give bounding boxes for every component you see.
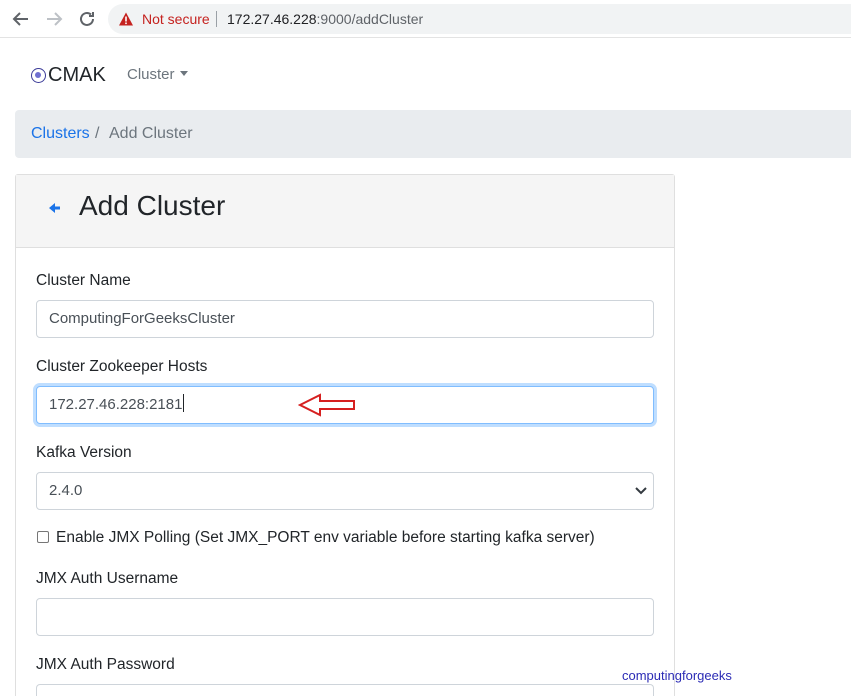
brand-link[interactable]: CMAK bbox=[31, 64, 106, 86]
caret-down-icon bbox=[179, 71, 188, 76]
breadcrumb-current: Add Cluster bbox=[109, 125, 193, 142]
breadcrumb-clusters-link[interactable]: Clusters bbox=[31, 125, 90, 143]
card-header: Add Cluster bbox=[16, 175, 674, 248]
security-status[interactable]: Not secure bbox=[142, 11, 210, 27]
zk-hosts-value: 172.27.46.228:2181 bbox=[49, 396, 183, 413]
breadcrumb-separator: / bbox=[95, 125, 100, 142]
arrow-right-icon bbox=[47, 12, 63, 26]
cluster-dropdown-label: Cluster bbox=[127, 66, 175, 83]
cmak-logo-icon bbox=[31, 67, 46, 83]
page-title: Add Cluster bbox=[79, 190, 226, 221]
url-path: :9000/addCluster bbox=[316, 11, 424, 27]
forward-button[interactable] bbox=[44, 9, 64, 29]
kafka-version-label: Kafka Version bbox=[36, 444, 132, 461]
red-arrow-icon bbox=[298, 393, 355, 417]
reload-button[interactable] bbox=[77, 9, 97, 29]
jmx-password-input[interactable] bbox=[36, 684, 654, 696]
cluster-name-input[interactable]: ComputingForGeeksCluster bbox=[36, 300, 654, 338]
jmx-username-input[interactable] bbox=[36, 598, 654, 636]
url-text[interactable]: 172.27.46.228:9000/addCluster bbox=[227, 11, 423, 27]
breadcrumb: Clusters / Add Cluster bbox=[15, 110, 851, 158]
address-divider bbox=[216, 11, 217, 27]
jmx-polling-label[interactable]: Enable JMX Polling (Set JMX_PORT env var… bbox=[56, 529, 595, 547]
reload-icon bbox=[80, 11, 94, 26]
address-bar[interactable]: Not secure 172.27.46.228:9000/addCluster bbox=[108, 4, 851, 34]
cluster-dropdown[interactable]: Cluster bbox=[127, 66, 188, 83]
brand-name: CMAK bbox=[48, 63, 106, 86]
jmx-password-label: JMX Auth Password bbox=[36, 656, 175, 673]
warning-triangle-icon[interactable] bbox=[118, 11, 134, 27]
back-arrow-icon[interactable] bbox=[49, 203, 61, 213]
jmx-polling-checkbox[interactable] bbox=[37, 531, 49, 543]
chevron-down-icon bbox=[635, 487, 647, 495]
back-button[interactable] bbox=[11, 9, 31, 29]
zk-hosts-label: Cluster Zookeeper Hosts bbox=[36, 358, 208, 375]
browser-toolbar: Not secure 172.27.46.228:9000/addCluster bbox=[0, 0, 851, 38]
jmx-username-label: JMX Auth Username bbox=[36, 570, 179, 587]
cluster-name-label: Cluster Name bbox=[36, 272, 131, 289]
url-host: 172.27.46.228 bbox=[227, 11, 317, 27]
arrow-left-icon bbox=[12, 12, 28, 26]
kafka-version-value: 2.4.0 bbox=[49, 482, 83, 499]
text-cursor bbox=[183, 394, 185, 412]
kafka-version-select[interactable]: 2.4.0 bbox=[36, 472, 654, 510]
watermark-text: computingforgeeks bbox=[622, 668, 732, 683]
